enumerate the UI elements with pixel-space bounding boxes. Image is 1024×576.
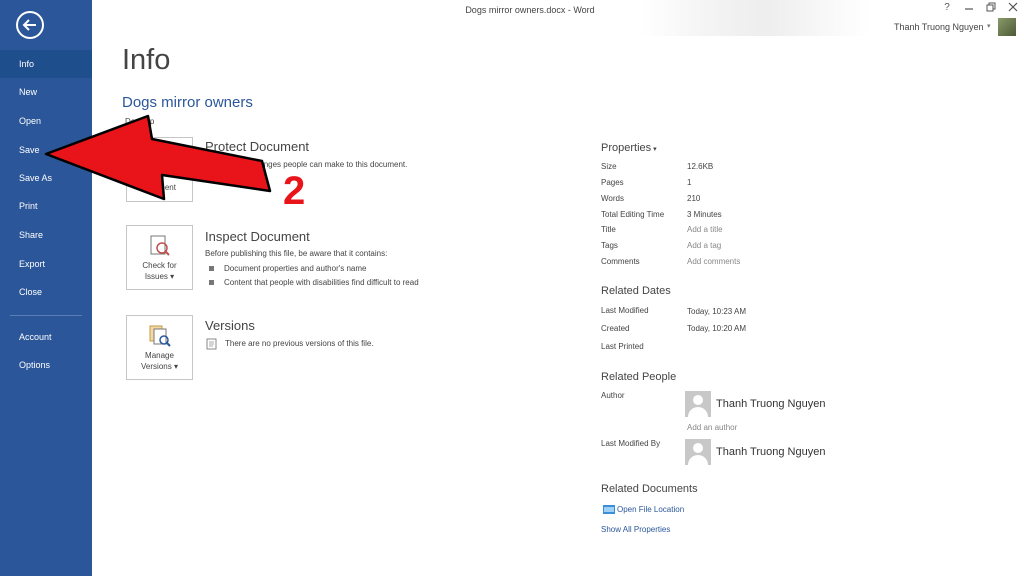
annotation-arrow [44, 114, 272, 201]
word-backstage-window: Info New Open Save Save As Print Share E… [0, 0, 1024, 576]
red-arrow-shape [44, 114, 272, 201]
annotation-step-number: 2 [283, 169, 306, 213]
